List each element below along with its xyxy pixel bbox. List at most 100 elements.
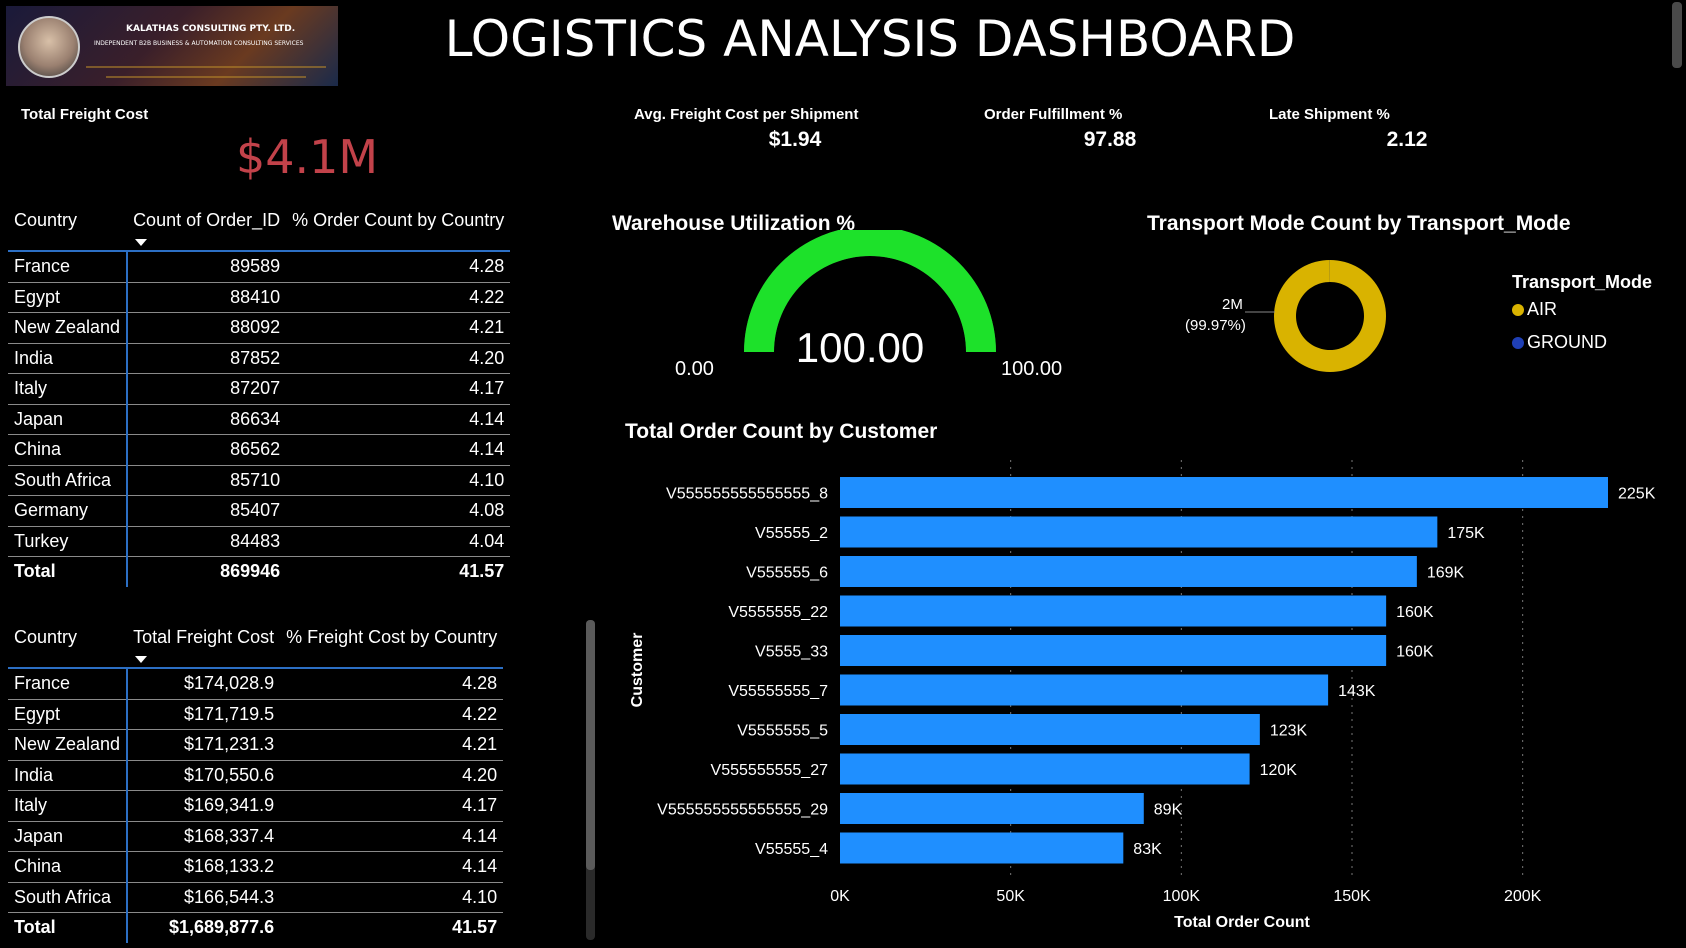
- bar[interactable]: [840, 753, 1250, 785]
- bar-chart-title: Total Order Count by Customer: [625, 420, 938, 443]
- column-header-order-pct[interactable]: % Order Count by Country: [286, 204, 511, 252]
- cell-value: 85407: [127, 495, 287, 527]
- cell-country: Turkey: [8, 526, 129, 557]
- cell-percent: 4.14: [286, 404, 511, 435]
- order-count-bar-chart: 0K 50K 100K 150K 200K V555555555555555_8 225K…: [629, 460, 1656, 931]
- bar[interactable]: [840, 714, 1260, 745]
- data-label: 160K: [1396, 644, 1434, 661]
- bar[interactable]: [840, 793, 1144, 824]
- data-label: 83K: [1133, 841, 1162, 858]
- cell-value: $170,550.6: [127, 760, 281, 791]
- y-tick-label: V5555_33: [755, 644, 828, 661]
- table-row[interactable]: Japan 86634 4.14: [8, 404, 511, 435]
- cell-percent: 4.14: [280, 821, 504, 852]
- column-header-freight-cost-label: Total Freight Cost: [133, 627, 275, 647]
- y-axis-label: Customer: [629, 633, 646, 708]
- table-row[interactable]: Turkey 84483 4.04: [8, 526, 511, 557]
- legend-item-ground[interactable]: GROUND: [1512, 332, 1607, 353]
- cell-value: 88410: [127, 282, 287, 313]
- table-row[interactable]: China $168,133.2 4.14: [8, 851, 504, 883]
- table-scrollbar-thumb[interactable]: [586, 620, 595, 870]
- gauge-max-label: 100.00: [1001, 358, 1063, 380]
- table-row[interactable]: France 89589 4.28: [8, 251, 511, 283]
- freight-table-body: France $174,028.9 4.28 Egypt $171,719.5 4.22 N…: [8, 668, 504, 943]
- column-header-order-count[interactable]: Count of Order_ID: [127, 204, 287, 252]
- logo-tagline: INDEPENDENT B2B BUSINESS & AUTOMATION CO…: [94, 40, 304, 47]
- gauge-min-label: 0.00: [675, 358, 714, 380]
- x-tick-label: 100K: [1163, 888, 1201, 905]
- table-row[interactable]: Italy $169,341.9 4.17: [8, 790, 504, 822]
- total-label: Total: [8, 912, 129, 943]
- y-tick-label: V55555555_7: [728, 683, 828, 700]
- y-tick-label: V5555555_5: [737, 723, 828, 740]
- cell-percent: 4.17: [286, 373, 511, 405]
- column-header-country[interactable]: Country: [8, 621, 128, 669]
- table-row[interactable]: Italy 87207 4.17: [8, 373, 511, 405]
- cell-value: 86634: [127, 404, 287, 435]
- donut-pct-label: (99.97%): [1185, 317, 1246, 334]
- data-label: 225K: [1618, 486, 1656, 503]
- total-value: 41.57: [452, 917, 498, 938]
- late-shipment-value: 2.12: [1386, 128, 1428, 151]
- sort-descending-icon[interactable]: [135, 656, 148, 663]
- cell-percent: 4.20: [286, 343, 511, 374]
- bar[interactable]: [840, 635, 1387, 666]
- bar[interactable]: [840, 832, 1124, 864]
- cell-value: $168,133.2: [127, 851, 281, 883]
- column-header-freight-pct[interactable]: % Freight Cost by Country: [280, 621, 504, 669]
- cell-value: 86562: [127, 434, 287, 466]
- column-header-country[interactable]: Country: [8, 204, 128, 252]
- bar[interactable]: [840, 595, 1387, 627]
- sort-descending-icon[interactable]: [135, 239, 148, 246]
- table-row[interactable]: Egypt 88410 4.22: [8, 282, 511, 313]
- table-row[interactable]: Japan $168,337.4 4.14: [8, 821, 504, 852]
- cell-country: Germany: [8, 495, 129, 527]
- table-row[interactable]: New Zealand $171,231.3 4.21: [8, 729, 504, 761]
- bar[interactable]: [840, 556, 1417, 587]
- circuit-line: [106, 76, 306, 78]
- cell-value: $171,231.3: [127, 729, 281, 761]
- cell-percent: 4.04: [286, 526, 511, 557]
- table-row[interactable]: Germany 85407 4.08: [8, 495, 511, 527]
- table-row[interactable]: China 86562 4.14: [8, 434, 511, 466]
- table-row[interactable]: South Africa 85710 4.10: [8, 465, 511, 496]
- table-row[interactable]: Egypt $171,719.5 4.22: [8, 699, 504, 730]
- total-value: 869946: [220, 561, 281, 582]
- cell-percent: 4.28: [286, 251, 511, 283]
- cell-percent: 4.21: [286, 312, 511, 344]
- table-row[interactable]: New Zealand 88092 4.21: [8, 312, 511, 344]
- donut-value-label: 2M: [1222, 296, 1243, 313]
- cell-value: $169,341.9: [127, 790, 281, 822]
- data-label: 143K: [1338, 683, 1376, 700]
- company-logo-banner: KALATHAS CONSULTING PTY. LTD. INDEPENDEN…: [6, 6, 338, 86]
- total-value: 41.57: [459, 561, 505, 582]
- order-fulfillment-value: 97.88: [1083, 128, 1137, 151]
- avatar: [18, 16, 80, 78]
- table-row[interactable]: India $170,550.6 4.20: [8, 760, 504, 791]
- avg-freight-cost-label: Avg. Freight Cost per Shipment: [634, 106, 859, 123]
- transport-mode-donut: [1274, 260, 1387, 372]
- table-scrollbar-track[interactable]: [586, 620, 595, 940]
- donut-title: Transport Mode Count by Transport_Mode: [1147, 212, 1571, 235]
- column-header-freight-cost[interactable]: Total Freight Cost: [127, 621, 281, 669]
- y-tick-label: V555555555555555_29: [657, 802, 828, 819]
- cell-percent: 4.17: [280, 790, 504, 822]
- cell-value: $166,544.3: [127, 882, 281, 913]
- data-label: 89K: [1154, 802, 1183, 819]
- cell-value: $171,719.5: [127, 699, 281, 730]
- table-row[interactable]: France $174,028.9 4.28: [8, 668, 504, 700]
- table-row[interactable]: South Africa $166,544.3 4.10: [8, 882, 504, 913]
- cell-percent: 4.08: [286, 495, 511, 527]
- donut-slice-air[interactable]: [1274, 260, 1387, 372]
- bar[interactable]: [840, 516, 1438, 548]
- bar[interactable]: [840, 477, 1608, 508]
- legend-item-air[interactable]: AIR: [1512, 299, 1557, 320]
- total-freight-cost-value: $4.1M: [236, 130, 379, 184]
- bar[interactable]: [840, 674, 1329, 706]
- table-row[interactable]: India 87852 4.20: [8, 343, 511, 374]
- page-scrollbar[interactable]: [1672, 2, 1682, 68]
- freight-cost-table: Country Total Freight Cost % Freight Cos…: [8, 621, 504, 943]
- x-tick-label: 0K: [830, 888, 850, 905]
- cell-value: 88092: [127, 312, 287, 344]
- cell-country: Egypt: [8, 699, 129, 730]
